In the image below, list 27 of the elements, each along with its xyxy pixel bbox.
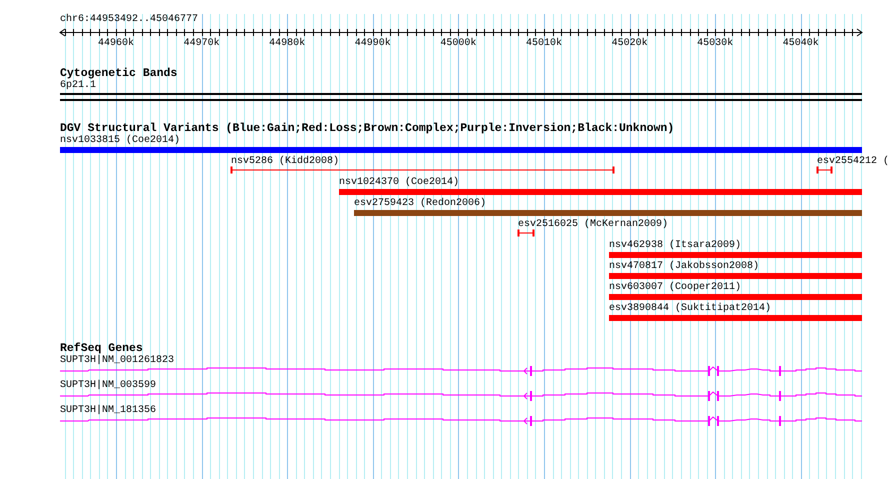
ruler-tick-label: 44990k xyxy=(354,38,391,50)
track-title: Cytogenetic Bands xyxy=(59,67,178,80)
variant-label: nsv603007 (Cooper2011) xyxy=(609,282,742,294)
variant-label: esv2516025 (McKernan2009) xyxy=(518,219,668,231)
track-title: DGV Structural Variants (Blue:Gain;Red:Loss;Brown:Complex;Purple:Inversion;Black:Unknown) xyxy=(59,122,676,135)
variant-label: esv2554212 ( xyxy=(817,156,890,168)
region-title: chr6:44953492..45046777 xyxy=(59,14,200,26)
variant-label: nsv1024370 (Coe2014) xyxy=(339,177,460,189)
ruler-tick-label: 45030k xyxy=(697,38,734,50)
gene-label: SUPT3H|NM_181356 xyxy=(59,405,158,417)
variant-label: nsv470817 (Jakobsson2008) xyxy=(609,261,760,273)
gene-label: SUPT3H|NM_001261823 xyxy=(59,355,176,367)
ruler-tick-label: 45000k xyxy=(440,38,476,50)
ruler-tick-label: 45040k xyxy=(782,38,819,50)
ruler-tick-label: 45010k xyxy=(526,38,562,50)
variant-label: nsv1033815 (Coe2014) xyxy=(60,135,180,147)
ruler-tick-label: 44970k xyxy=(184,38,220,50)
variant-label: nsv462938 (Itsara2009) xyxy=(609,240,742,252)
ruler-tick-label: 44980k xyxy=(269,38,306,50)
variant-label: esv2759423 (Redon2006) xyxy=(354,198,486,210)
gene-label: SUPT3H|NM_003599 xyxy=(59,380,158,392)
ruler-tick-label: 45020k xyxy=(612,38,648,50)
variant-label: esv3890844 (Suktitipat2014) xyxy=(609,303,772,315)
band-label: 6p21.1 xyxy=(59,80,98,92)
ruler-tick-label: 44960k xyxy=(98,38,134,50)
variant-label: nsv5286 (Kidd2008) xyxy=(231,156,340,168)
track-title: RefSeq Genes xyxy=(59,342,143,355)
